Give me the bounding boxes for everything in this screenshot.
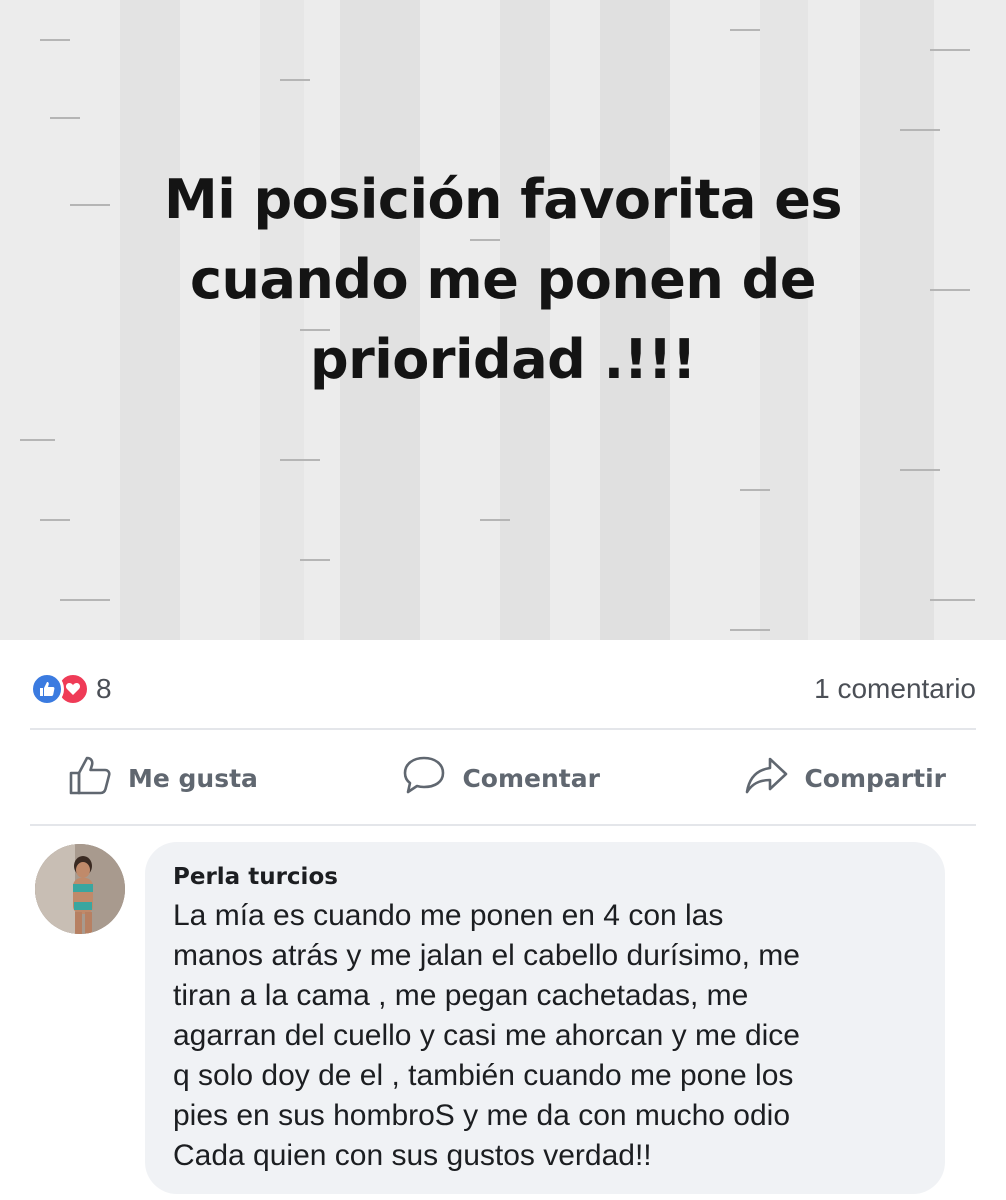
divider	[30, 824, 976, 826]
reactions-summary[interactable]: 8	[30, 664, 112, 714]
share-button-label: Compartir	[804, 763, 946, 793]
comment-bubble: Perla turcios La mía es cuando me ponen …	[145, 842, 945, 1194]
like-icon	[30, 672, 64, 706]
comment-text: La mía es cuando me ponen en 4 con las m…	[173, 899, 800, 1172]
comments-count-link[interactable]: 1 comentario	[814, 664, 976, 714]
avatar[interactable]	[35, 844, 125, 934]
comment-author[interactable]: Perla turcios	[173, 864, 917, 890]
share-button[interactable]: Compartir	[704, 755, 976, 801]
thumbs-up-icon	[68, 755, 112, 801]
reaction-count: 8	[96, 673, 112, 704]
like-button[interactable]: Me gusta	[30, 755, 298, 801]
post-background: Mi posición favorita es cuando me ponen …	[0, 0, 1006, 640]
like-button-label: Me gusta	[128, 763, 258, 793]
post-text: Mi posición favorita es cuando me ponen …	[163, 168, 843, 391]
divider	[30, 728, 976, 730]
speech-bubble-icon	[402, 755, 446, 801]
share-arrow-icon	[744, 755, 788, 801]
comment-button[interactable]: Comentar	[362, 755, 639, 801]
comment-button-label: Comentar	[462, 763, 600, 793]
action-bar: Me gusta Comentar Compartir	[30, 738, 976, 818]
